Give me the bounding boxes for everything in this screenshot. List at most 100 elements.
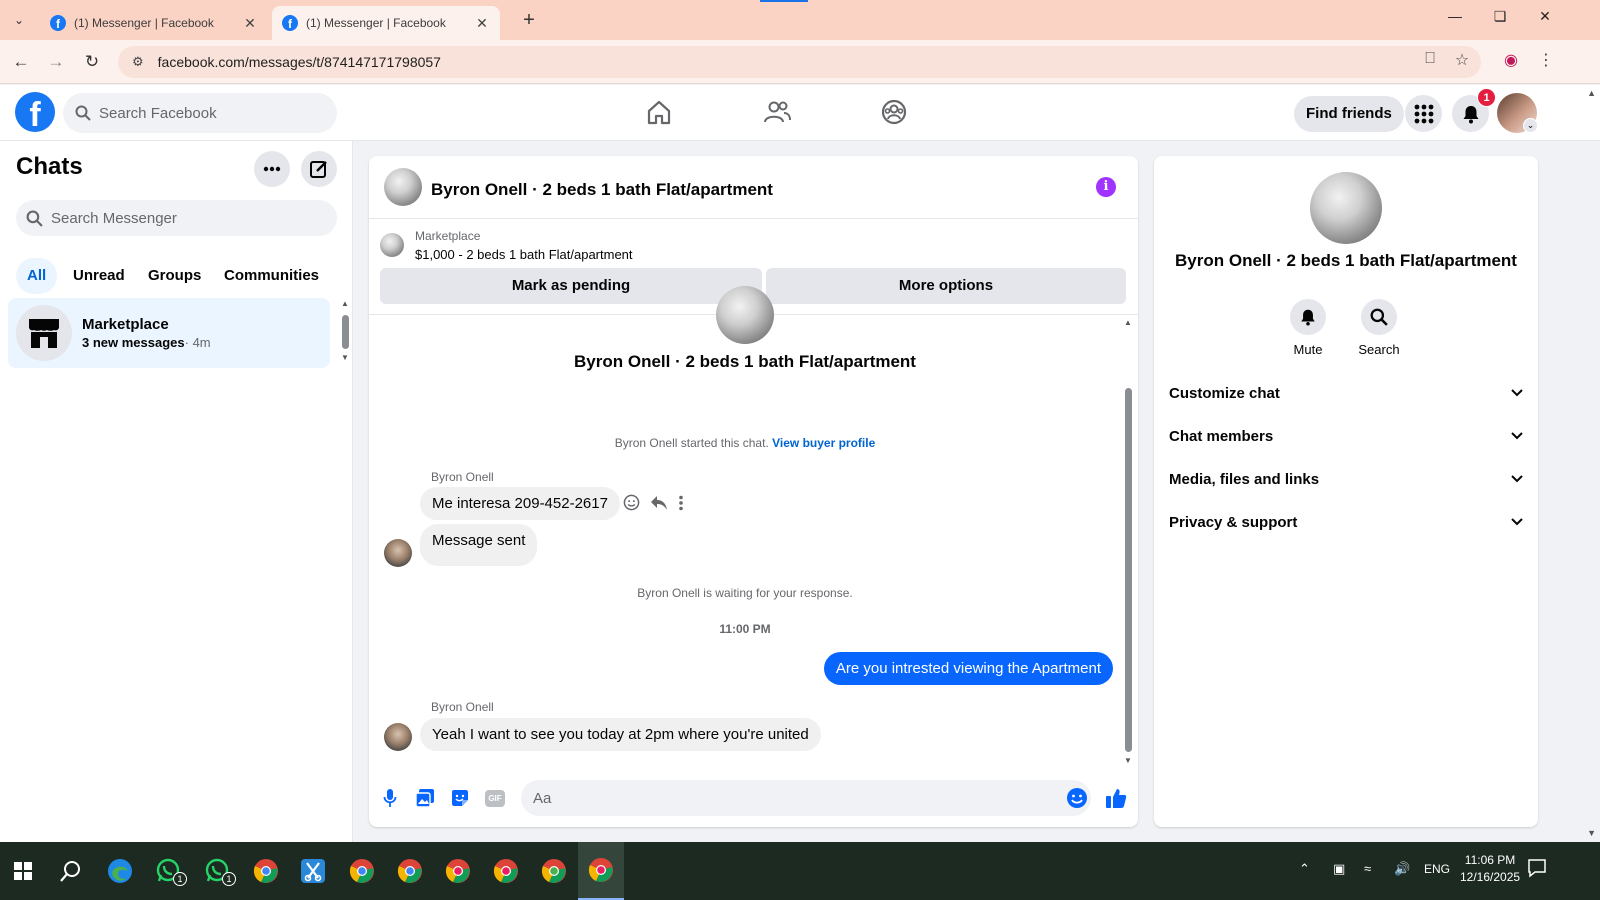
search-in-chat-button[interactable]: Search (1349, 299, 1409, 357)
filter-communities[interactable]: Communities (213, 258, 330, 294)
home-icon[interactable] (644, 97, 674, 127)
search-circle[interactable] (1361, 299, 1397, 335)
microphone-icon[interactable] (378, 786, 402, 810)
sender-avatar[interactable] (384, 723, 412, 751)
message-bubble-incoming[interactable]: Yeah I want to see you today at 2pm wher… (420, 718, 821, 751)
volume-icon[interactable]: 🔊 (1394, 861, 1410, 877)
chat-item-marketplace[interactable]: Marketplace 3 new messages· 4m (8, 298, 330, 368)
filter-all[interactable]: All (16, 258, 58, 294)
mute-circle[interactable] (1290, 299, 1326, 335)
browser-tab-2[interactable]: f (1) Messenger | Facebook ✕ (272, 6, 500, 40)
notification-center-icon[interactable] (1527, 858, 1547, 881)
gif-icon[interactable]: GIF (483, 786, 507, 810)
install-app-icon[interactable]: ⎕ (1418, 50, 1442, 68)
more-vertical-icon[interactable] (678, 495, 684, 511)
chrome-profile-icon[interactable] (387, 842, 433, 900)
privacy-support-row[interactable]: Privacy & support (1169, 510, 1523, 534)
sidebar-scrollbar[interactable]: ▲ ▼ (341, 299, 349, 362)
listing-thumbnail[interactable] (380, 233, 404, 257)
filter-groups[interactable]: Groups (137, 258, 212, 294)
windows-start-icon[interactable] (0, 842, 46, 900)
info-icon[interactable]: i (1096, 177, 1116, 197)
conversation-avatar[interactable] (384, 168, 422, 206)
facebook-search-input[interactable] (99, 104, 319, 122)
browser-menu-icon[interactable]: ⋮ (1534, 50, 1558, 70)
sender-avatar[interactable] (384, 539, 412, 567)
view-buyer-profile-link[interactable]: View buyer profile (772, 436, 875, 450)
show-hidden-icons-chevron-icon[interactable]: ⌃ (1299, 861, 1310, 877)
chat-options-button[interactable] (254, 151, 290, 187)
listing-title[interactable]: $1,000 - 2 beds 1 bath Flat/apartment (415, 247, 633, 262)
wifi-icon[interactable]: ≈ (1364, 861, 1371, 876)
thumbs-up-icon[interactable] (1104, 786, 1128, 810)
forward-arrow-icon[interactable]: → (44, 50, 68, 74)
messenger-search-input[interactable] (51, 209, 271, 227)
restore-icon[interactable]: ❏ (1488, 8, 1512, 25)
find-friends-button[interactable]: Find friends (1294, 96, 1404, 132)
mute-button[interactable]: Mute (1278, 299, 1338, 357)
emoji-smile-icon[interactable] (1065, 786, 1089, 810)
media-files-links-row[interactable]: Media, files and links (1169, 467, 1523, 491)
menu-grid-button[interactable] (1405, 95, 1442, 132)
page-scroll-down-icon[interactable]: ▼ (1587, 828, 1596, 838)
close-tab-icon[interactable]: ✕ (242, 15, 258, 32)
scroll-up-icon[interactable]: ▲ (341, 299, 349, 308)
message-bubble-incoming[interactable]: Me interesa 209-452-2617 (420, 487, 620, 520)
meet-now-icon[interactable]: ▣ (1333, 861, 1345, 877)
facebook-search[interactable] (63, 93, 337, 133)
thread-scrollbar[interactable]: ▲ ▼ (1124, 318, 1134, 766)
message-bubble-incoming[interactable]: Message sent (420, 524, 538, 566)
new-tab-plus-icon[interactable]: + (518, 9, 540, 32)
input-language[interactable]: ENG (1424, 862, 1450, 876)
snipping-tool-icon[interactable] (290, 842, 336, 900)
conversation-title[interactable]: Byron Onell · 2 beds 1 bath Flat/apartme… (431, 180, 773, 200)
reply-icon[interactable] (650, 495, 668, 511)
friends-icon[interactable] (762, 97, 792, 127)
url-omnibox[interactable]: ⚙ facebook.com/messages/t/87414717179805… (118, 46, 1481, 78)
chrome-active-window-icon[interactable] (578, 842, 624, 900)
scroll-up-icon[interactable]: ▲ (1124, 318, 1132, 327)
back-arrow-icon[interactable]: ← (9, 50, 33, 74)
whatsapp-icon[interactable]: 1 (146, 842, 192, 900)
whatsapp-business-icon[interactable]: 1 (195, 842, 241, 900)
tab-search-chevron-icon[interactable]: ⌄ (8, 9, 30, 31)
new-message-button[interactable] (301, 151, 337, 187)
filter-unread[interactable]: Unread (62, 258, 136, 294)
messenger-search[interactable] (16, 200, 337, 236)
chat-members-row[interactable]: Chat members (1169, 424, 1523, 448)
bookmark-star-icon[interactable]: ☆ (1450, 50, 1474, 70)
site-info-icon[interactable]: ⚙ (132, 54, 144, 70)
profile-icon[interactable]: ◉ (1499, 50, 1523, 70)
scroll-down-icon[interactable]: ▼ (341, 353, 349, 362)
more-options-button[interactable]: More options (766, 268, 1126, 304)
mark-as-pending-button[interactable]: Mark as pending (380, 268, 762, 304)
chrome-profile-icon[interactable] (531, 842, 577, 900)
reload-icon[interactable]: ↻ (80, 50, 104, 74)
chrome-profile-icon[interactable] (243, 842, 289, 900)
facebook-logo-icon[interactable]: f (15, 92, 55, 132)
account-chevron-down-icon[interactable]: ⌄ (1523, 118, 1538, 133)
message-input[interactable] (533, 789, 1033, 807)
scroll-down-icon[interactable]: ▼ (1124, 756, 1132, 765)
chat-info-avatar[interactable] (1310, 172, 1382, 244)
chrome-profile-icon[interactable] (339, 842, 385, 900)
taskbar-clock[interactable]: 11:06 PM 12/16/2025 (1460, 852, 1520, 886)
groups-icon[interactable] (879, 97, 909, 127)
react-emoji-icon[interactable] (623, 494, 640, 511)
window-close-icon[interactable]: ✕ (1533, 8, 1557, 25)
chrome-profile-icon[interactable] (483, 842, 529, 900)
close-tab-icon[interactable]: ✕ (474, 15, 490, 32)
minimize-icon[interactable]: — (1443, 8, 1467, 24)
taskbar-search-icon[interactable] (48, 842, 94, 900)
sticker-icon[interactable] (448, 786, 472, 810)
browser-tab-1[interactable]: f (1) Messenger | Facebook ✕ (40, 6, 268, 40)
thread-scroll-thumb[interactable] (1125, 388, 1132, 752)
sidebar-scroll-thumb[interactable] (342, 315, 349, 349)
edge-browser-icon[interactable] (97, 842, 143, 900)
url-text[interactable]: facebook.com/messages/t/874147171798057 (158, 54, 441, 70)
page-scroll-up-icon[interactable]: ▲ (1587, 88, 1596, 98)
photo-gallery-icon[interactable] (413, 786, 437, 810)
chrome-profile-icon[interactable] (435, 842, 481, 900)
customize-chat-row[interactable]: Customize chat (1169, 381, 1523, 405)
message-input-box[interactable] (521, 780, 1091, 816)
